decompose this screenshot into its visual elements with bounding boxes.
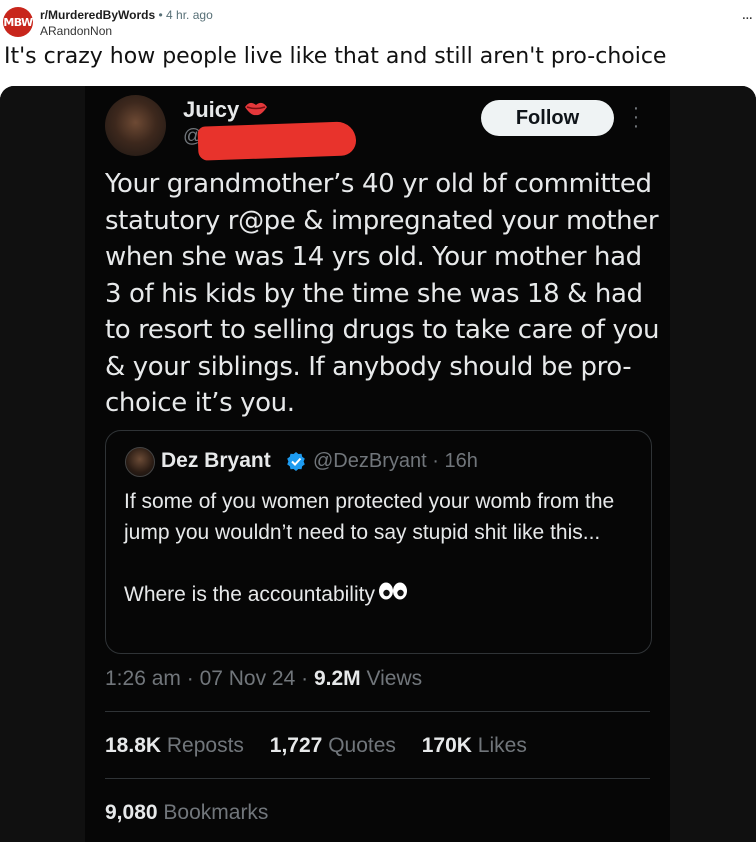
quotes-count: 1,727 xyxy=(269,734,323,757)
post-title[interactable]: It's crazy how people live like that and… xyxy=(4,44,666,69)
separator-dot: · xyxy=(295,667,314,690)
post-header: MBW r/MurderedByWords • 4 hr. ago ARando… xyxy=(0,0,756,42)
post-time: 4 hr. ago xyxy=(166,8,213,22)
subreddit-line: r/MurderedByWords • 4 hr. ago xyxy=(40,8,213,22)
tweet-author-name: Juicy xyxy=(183,97,240,122)
divider xyxy=(105,778,650,779)
quote-avatar xyxy=(125,447,155,477)
likes-label: Likes xyxy=(477,734,527,757)
reposts-label: Reposts xyxy=(166,734,244,757)
author-link[interactable]: ARandonNon xyxy=(40,24,112,38)
divider xyxy=(105,711,650,712)
engagement-stats: 18.8K Reposts 1,727 Quotes 170K Likes xyxy=(105,734,547,758)
tweet-time: 1:26 am xyxy=(105,667,181,690)
likes-stat[interactable]: 170K Likes xyxy=(422,734,527,757)
quotes-stat[interactable]: 1,727 Quotes xyxy=(270,734,396,757)
more-vertical-icon[interactable]: · · · xyxy=(632,98,640,136)
quote-handle: @DezBryant xyxy=(313,450,427,472)
quote-handle-line: @DezBryant · 16h xyxy=(313,450,478,473)
subreddit-link[interactable]: r/MurderedByWords xyxy=(40,8,155,22)
views-count: 9.2M xyxy=(313,667,361,690)
screenshot-margin-left xyxy=(0,86,85,842)
verified-badge-icon xyxy=(286,451,306,471)
screenshot-margin-right xyxy=(670,86,756,842)
reposts-count: 18.8K xyxy=(105,734,162,757)
likes-count: 170K xyxy=(421,734,472,757)
quote-text: If some of you women protected your womb… xyxy=(124,487,644,610)
views-label: Views xyxy=(366,667,423,690)
redaction-mark xyxy=(197,121,357,161)
subreddit-icon[interactable]: MBW xyxy=(3,7,33,37)
bookmarks-label: Bookmarks xyxy=(163,801,269,824)
tweet-text: Your grandmother’s 40 yr old bf committe… xyxy=(105,169,660,418)
bookmarks-count: 9,080 xyxy=(105,801,158,824)
separator: • xyxy=(158,8,163,22)
bookmarks-stat[interactable]: 9,080 Bookmarks xyxy=(105,801,268,825)
quote-text-body: If some of you women protected your womb… xyxy=(124,490,615,606)
quoted-tweet[interactable]: Dez Bryant @DezBryant · 16h If some of y… xyxy=(105,430,652,654)
separator-dot: · xyxy=(432,450,445,472)
avatar xyxy=(105,95,166,156)
quotes-label: Quotes xyxy=(328,734,396,757)
lips-icon xyxy=(244,100,268,121)
quote-age: 16h xyxy=(444,450,478,472)
tweet-meta: 1:26 am · 07 Nov 24 · 9.2M Views xyxy=(105,667,422,691)
quote-author-name: Dez Bryant xyxy=(161,449,271,472)
reposts-stat[interactable]: 18.8K Reposts xyxy=(105,734,244,757)
follow-button[interactable]: Follow xyxy=(481,100,614,136)
separator-dot: · xyxy=(180,667,200,690)
tweet-date: 07 Nov 24 xyxy=(199,667,296,690)
eyes-icon xyxy=(378,579,408,610)
more-options-icon[interactable]: ... xyxy=(742,6,753,24)
